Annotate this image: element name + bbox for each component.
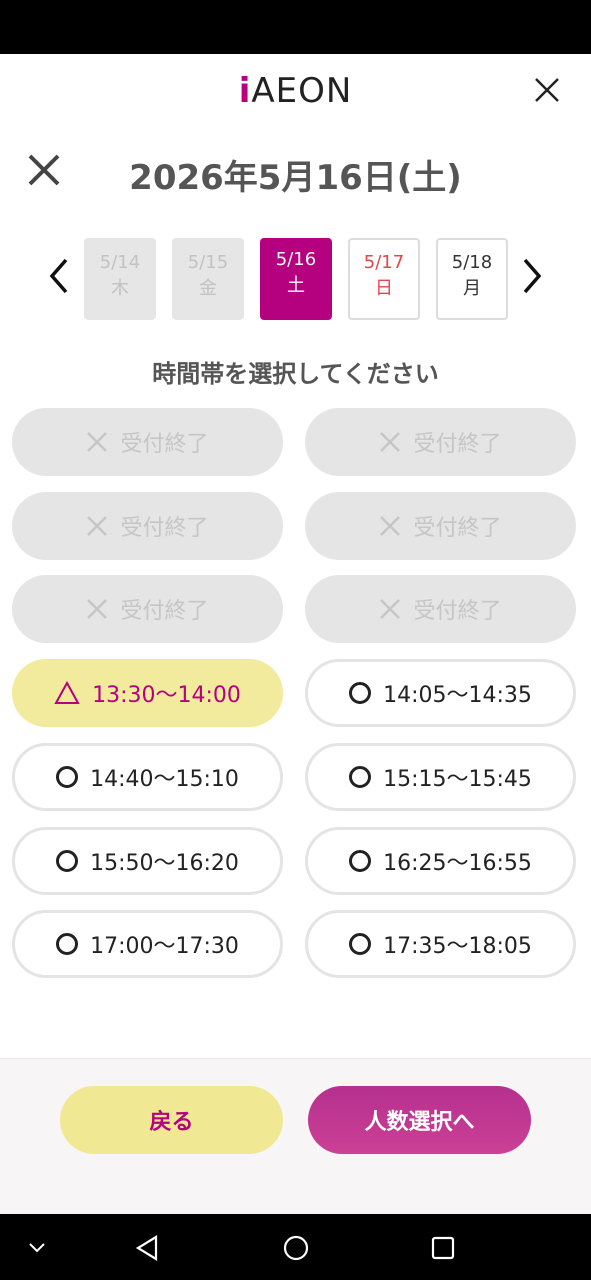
time-slot[interactable]: 14:40〜15:10 [12, 743, 283, 811]
circle-icon [349, 850, 372, 872]
time-slot[interactable]: 14:05〜14:35 [305, 659, 576, 727]
back-icon[interactable] [134, 1234, 160, 1262]
circle-icon [56, 766, 79, 788]
day-date: 5/18 [451, 252, 493, 273]
section-heading: 時間帯を選択してください [152, 360, 439, 388]
time-slot-label: 15:15〜15:45 [383, 767, 532, 792]
system-nav-bar [0, 1214, 591, 1280]
day-5-18[interactable]: 5/18 月 [436, 238, 508, 320]
chevron-down-icon[interactable] [28, 1242, 46, 1254]
chevron-right-icon[interactable] [519, 256, 545, 296]
day-date: 5/15 [187, 252, 229, 273]
day-5-16[interactable]: 5/16 土 [260, 238, 332, 320]
time-slot-label: 受付終了 [413, 516, 502, 541]
day-5-17[interactable]: 5/17 日 [348, 238, 420, 320]
cross-icon [380, 599, 401, 619]
circle-icon [349, 682, 372, 704]
day-5-15: 5/15 金 [172, 238, 244, 320]
time-slot-label: 13:30〜14:00 [92, 683, 241, 708]
day-weekday: 日 [375, 278, 393, 299]
back-button[interactable]: 戻る [60, 1086, 283, 1154]
time-slot[interactable]: 15:15〜15:45 [305, 743, 576, 811]
cross-icon [380, 516, 401, 536]
time-slot-label: 受付終了 [120, 599, 209, 624]
triangle-icon [54, 681, 80, 704]
day-weekday: 土 [287, 275, 305, 296]
recents-icon[interactable] [430, 1235, 456, 1261]
time-slot: 受付終了 [12, 575, 283, 643]
time-slot-label: 17:00〜17:30 [90, 934, 239, 959]
cross-icon [380, 432, 401, 452]
close-icon[interactable] [533, 76, 561, 104]
cross-icon [87, 516, 108, 536]
circle-icon [56, 850, 79, 872]
time-slot: 受付終了 [12, 408, 283, 476]
aeon-logo: iAEON [238, 71, 353, 111]
page-title: 2026年5月16日(土) [129, 158, 462, 198]
day-date: 5/16 [275, 249, 317, 270]
circle-icon [56, 933, 79, 955]
time-slot-label: 17:35〜18:05 [383, 934, 532, 959]
status-bar [0, 0, 591, 54]
time-slot-label: 受付終了 [120, 432, 209, 457]
footer: 戻る 人数選択へ [0, 1058, 591, 1214]
next-button[interactable]: 人数選択へ [308, 1086, 531, 1154]
app-header: iAEON [0, 54, 591, 128]
time-slot-label: 受付終了 [413, 599, 502, 624]
time-slot[interactable]: 13:30〜14:00 [12, 659, 283, 727]
time-slot-label: 受付終了 [413, 432, 502, 457]
time-slot[interactable]: 17:00〜17:30 [12, 910, 283, 978]
time-slot[interactable]: 16:25〜16:55 [305, 827, 576, 895]
day-weekday: 金 [199, 278, 217, 299]
time-slot-label: 受付終了 [120, 516, 209, 541]
day-weekday: 木 [111, 278, 129, 299]
time-slot-label: 14:40〜15:10 [90, 767, 239, 792]
time-slot[interactable]: 17:35〜18:05 [305, 910, 576, 978]
cross-icon [87, 599, 108, 619]
day-weekday: 月 [463, 278, 481, 299]
time-slot: 受付終了 [305, 408, 576, 476]
circle-icon [349, 933, 372, 955]
time-slot: 受付終了 [12, 492, 283, 560]
time-slot-label: 14:05〜14:35 [383, 683, 532, 708]
time-slot: 受付終了 [305, 492, 576, 560]
time-slot: 受付終了 [305, 575, 576, 643]
day-5-14: 5/14 木 [84, 238, 156, 320]
time-slot[interactable]: 15:50〜16:20 [12, 827, 283, 895]
time-slot-label: 15:50〜16:20 [90, 851, 239, 876]
circle-icon [349, 766, 372, 788]
date-header: 2026年5月16日(土) [0, 140, 591, 204]
home-icon[interactable] [282, 1234, 310, 1262]
chevron-left-icon[interactable] [46, 256, 72, 296]
time-slot-label: 16:25〜16:55 [383, 851, 532, 876]
day-date: 5/14 [99, 252, 141, 273]
cross-icon [87, 432, 108, 452]
day-date: 5/17 [363, 252, 405, 273]
day-selector: 5/14 木 5/15 金 5/16 土 5/17 日 5/18 月 [0, 238, 591, 320]
